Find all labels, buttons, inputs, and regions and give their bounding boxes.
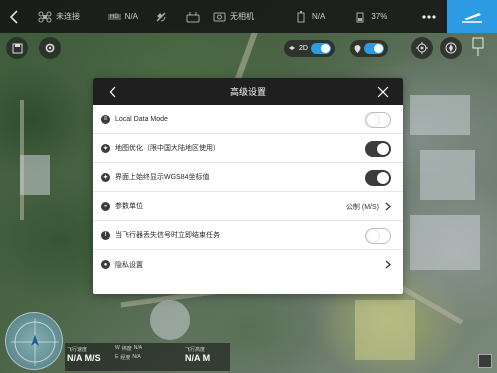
map-feature-toggle[interactable] <box>350 40 388 57</box>
dialog-close-button[interactable] <box>375 84 391 100</box>
attitude-radar[interactable] <box>5 312 63 370</box>
settings-row-map-optimization[interactable]: ✦ 地图优化（限中国大陆地区使用） <box>93 134 403 163</box>
coordinate-icon: ✦ <box>101 172 110 182</box>
hd-signal: HD N/A <box>108 0 138 33</box>
battery-voltage-value: N/A <box>312 12 326 21</box>
warning-icon: ! <box>101 230 110 240</box>
compass-icon <box>445 42 457 54</box>
row-label: 地图优化（限中国大陆地区使用） <box>115 145 220 152</box>
local-data-mode-switch[interactable] <box>365 111 391 128</box>
layers-icon <box>289 45 295 50</box>
lon-label: 经度 <box>120 355 131 361</box>
map-feature-switch[interactable] <box>364 43 384 54</box>
dialog-title: 高级设置 <box>229 87 266 97</box>
close-icon <box>377 86 389 98</box>
telemetry-panel: 飞行速度 N/A M/S W 纬度 N/A E 经度 N/A 飞行高度 N/A … <box>65 343 230 371</box>
map-2d-toggle[interactable]: 2D <box>284 40 335 57</box>
locate-button[interactable] <box>411 37 433 59</box>
database-icon: ≡ <box>101 114 110 124</box>
battery-voltage: N/A <box>294 0 325 33</box>
back-button[interactable] <box>0 0 28 33</box>
units-value: 公制 (M/S) <box>345 203 379 211</box>
radar-icon <box>11 318 59 366</box>
dialog-header: 高级设置 <box>93 78 403 105</box>
chevron-right-icon <box>385 260 391 269</box>
connection-status: 未连接 <box>38 0 80 33</box>
save-mission-button[interactable] <box>6 37 28 59</box>
altitude-value: N/A M <box>185 353 211 363</box>
row-label: 界面上始终显示WGS84坐标值 <box>115 174 210 181</box>
speed-block: 飞行速度 N/A M/S <box>67 346 101 363</box>
top-status-bar: 未连接 HD N/A 无相机 N/A 37% <box>0 0 497 33</box>
camera-status: 无相机 <box>212 0 254 33</box>
battery-percent: 37% <box>353 0 387 33</box>
save-icon <box>12 43 22 53</box>
wgs84-switch[interactable] <box>365 169 391 186</box>
lat-dir-label: W <box>115 345 120 351</box>
row-label: Local Data Mode <box>115 115 168 123</box>
gear-icon <box>45 43 55 53</box>
privacy-icon: ● <box>101 260 110 269</box>
altitude-block: 飞行高度 N/A M <box>185 346 210 363</box>
settings-row-wgs84[interactable]: ✦ 界面上始终显示WGS84坐标值 <box>93 163 403 192</box>
battery-voltage-icon <box>294 10 308 23</box>
lon-dir-label: E <box>115 354 119 360</box>
units-icon: ◒ <box>101 201 110 211</box>
camera-icon <box>212 11 226 23</box>
lat-label: 纬度 <box>121 346 132 352</box>
camera-view-button[interactable] <box>478 354 492 368</box>
rc-signal <box>186 0 200 33</box>
row-label: 当飞行器丢失信号时立即结束任务 <box>115 232 220 239</box>
dialog-back-button[interactable] <box>105 84 121 100</box>
drone-icon <box>38 11 52 23</box>
drone-marker-icon <box>470 36 486 58</box>
map-optimization-switch[interactable] <box>365 140 391 157</box>
row-label: 隐私设置 <box>115 261 143 269</box>
chevron-left-icon <box>109 86 116 98</box>
advanced-settings-dialog: 高级设置 ≡ Local Data Mode ✦ 地图优化（限中国大陆地区使用）… <box>93 78 403 294</box>
signal-loss-switch[interactable] <box>365 227 391 244</box>
hd-value: N/A <box>124 12 139 21</box>
pin-icon <box>354 44 361 53</box>
map-2d-switch[interactable] <box>310 43 331 54</box>
hd-label: HD <box>108 13 121 20</box>
settings-row-units[interactable]: ◒ 参数单位 公制 (M/S) <box>93 192 403 221</box>
coordinates-block: W 纬度 N/A E 经度 N/A <box>115 345 142 361</box>
takeoff-icon <box>462 12 482 23</box>
altitude-label: 飞行高度 <box>185 347 206 353</box>
map-optimize-icon: ✦ <box>101 143 110 153</box>
battery-percent-value: 37% <box>371 12 388 21</box>
settings-button[interactable] <box>39 37 61 59</box>
speed-label: 飞行速度 <box>67 347 88 353</box>
settings-row-privacy[interactable]: ● 隐私设置 <box>93 250 403 279</box>
map-2d-label: 2D <box>299 45 308 52</box>
lon-value: N/A <box>132 354 141 360</box>
settings-row-local-data-mode[interactable]: ≡ Local Data Mode <box>93 105 403 134</box>
compass-button[interactable] <box>440 37 462 59</box>
remote-controller-icon <box>186 11 200 23</box>
satellite-icon <box>154 11 168 23</box>
more-button[interactable] <box>418 0 440 33</box>
row-label: 参数单位 <box>115 203 143 210</box>
crosshair-icon <box>416 42 428 54</box>
satellite-status <box>154 0 168 33</box>
speed-value: N/A M/S <box>67 353 101 363</box>
lat-value: N/A <box>133 345 143 351</box>
battery-icon <box>353 11 367 23</box>
connection-status-text: 未连接 <box>56 12 80 21</box>
chevron-right-icon <box>385 202 391 211</box>
more-icon <box>422 14 436 19</box>
settings-row-signal-loss[interactable]: ! 当飞行器丢失信号时立即结束任务 <box>93 221 403 250</box>
camera-status-text: 无相机 <box>230 12 255 21</box>
chevron-left-icon <box>9 9 18 24</box>
takeoff-button[interactable] <box>447 0 497 33</box>
